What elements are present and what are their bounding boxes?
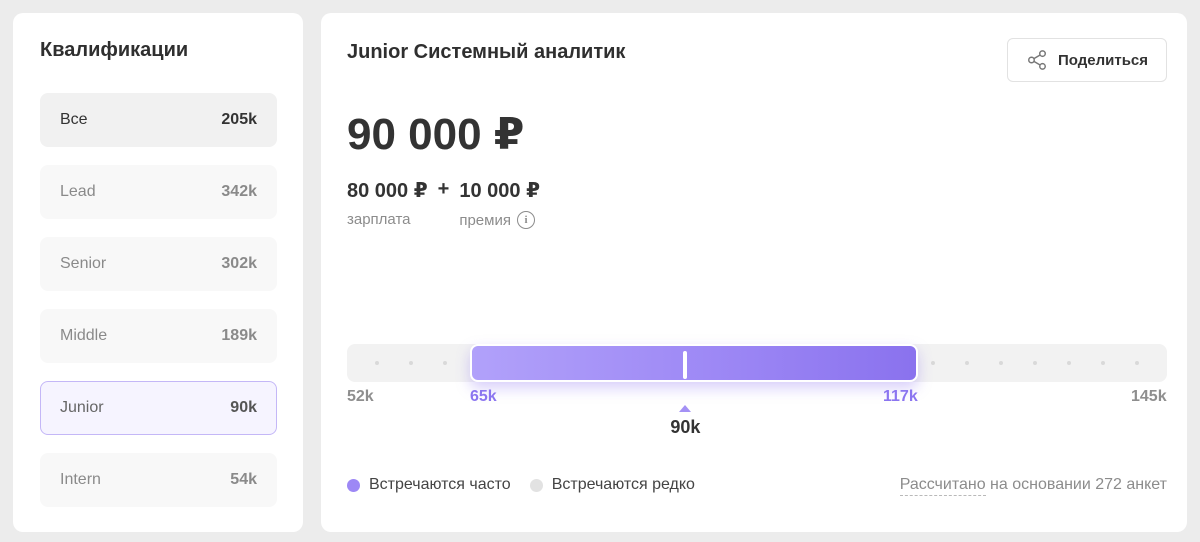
range-min-label: 52k bbox=[347, 388, 374, 405]
median-caret-icon bbox=[679, 405, 692, 412]
footnote-link[interactable]: Рассчитано bbox=[899, 476, 986, 496]
track-dot-icon bbox=[931, 361, 935, 365]
track-dot-icon bbox=[375, 361, 379, 365]
qualification-item-senior[interactable]: Senior 302k bbox=[40, 237, 277, 291]
qualification-value: 342k bbox=[221, 183, 257, 200]
qualification-value: 205k bbox=[221, 111, 257, 128]
info-icon[interactable]: i bbox=[516, 211, 535, 229]
total-salary: 90 000 ₽ bbox=[347, 110, 525, 159]
qualification-label: Lead bbox=[60, 183, 96, 200]
qualifications-title: Квалификации bbox=[40, 39, 189, 61]
bonus-label: премия bbox=[459, 211, 511, 229]
share-button[interactable]: Поделиться bbox=[1007, 38, 1167, 82]
rare-dot-icon bbox=[529, 478, 543, 492]
legend-frequent-label: Встречаются часто bbox=[369, 476, 511, 493]
qualification-label: Intern bbox=[60, 471, 101, 488]
qualification-label: Senior bbox=[60, 255, 107, 272]
qualification-item-middle[interactable]: Middle 189k bbox=[40, 309, 277, 363]
bonus-label-row: премия i bbox=[459, 211, 540, 229]
qualifications-panel: Квалификации Все 205k Lead 342k Senior 302k Mi… bbox=[13, 13, 303, 532]
footnote-text: на основании 272 анкет bbox=[985, 476, 1167, 493]
qualification-label: Middle bbox=[60, 327, 108, 344]
salary-detail-panel: Junior Системный аналитик Поделиться 90 … bbox=[321, 13, 1187, 532]
salary-amount: 80 000 ₽ bbox=[347, 180, 428, 202]
qualification-item-все[interactable]: Все 205k bbox=[40, 93, 277, 147]
plus-sign: + bbox=[437, 178, 450, 200]
range-low-label: 65k bbox=[470, 388, 497, 405]
salary-breakdown: 80 000 ₽ зарплата + 10 000 ₽ премия i bbox=[347, 178, 540, 229]
qualification-item-junior[interactable]: Junior 90k bbox=[40, 381, 277, 435]
qualification-value: 54k bbox=[230, 471, 257, 488]
qualification-item-lead[interactable]: Lead 342k bbox=[40, 165, 277, 219]
track-dot-icon bbox=[443, 361, 447, 365]
legend-rare: Встречаются редко bbox=[529, 476, 695, 494]
track-dot-icon bbox=[1135, 361, 1139, 365]
share-button-label: Поделиться bbox=[1057, 51, 1149, 69]
range-high-label: 117k bbox=[883, 388, 918, 405]
track-dot-icon bbox=[409, 361, 413, 365]
qualification-value: 189k bbox=[221, 327, 257, 344]
salary-label: зарплата bbox=[347, 211, 411, 228]
qualification-value: 90k bbox=[230, 399, 257, 416]
qualification-value: 302k bbox=[221, 255, 257, 272]
qualification-item-intern[interactable]: Intern 54k bbox=[40, 453, 277, 507]
legend-rare-label: Встречаются редко bbox=[551, 476, 695, 493]
qualification-label: Все bbox=[60, 111, 88, 128]
share-icon bbox=[1028, 50, 1046, 70]
job-title: Junior Системный аналитик bbox=[347, 41, 626, 63]
salary-part: 80 000 ₽ зарплата bbox=[347, 178, 428, 228]
track-dot-icon bbox=[999, 361, 1003, 365]
track-dot-icon bbox=[965, 361, 969, 365]
bonus-part: 10 000 ₽ премия i bbox=[459, 178, 540, 229]
range-max-label: 145k bbox=[1131, 388, 1167, 405]
track-dot-icon bbox=[1033, 361, 1037, 365]
median-label: 90k bbox=[670, 417, 701, 437]
legend-frequent: Встречаются часто bbox=[347, 476, 511, 494]
bonus-amount: 10 000 ₽ bbox=[459, 180, 540, 202]
median-marker bbox=[683, 351, 688, 379]
track-dot-icon bbox=[1067, 361, 1071, 365]
qualifications-list: Все 205k Lead 342k Senior 302k Middle 189k Junio… bbox=[40, 93, 277, 525]
frequent-dot-icon bbox=[347, 478, 360, 492]
qualification-label: Junior bbox=[60, 399, 104, 416]
salary-range-bar bbox=[470, 344, 918, 382]
salary-range-track bbox=[347, 344, 1167, 382]
survey-footnote: Рассчитано на основании 272 анкет bbox=[899, 476, 1167, 496]
legend: Встречаются часто Встречаются редко bbox=[347, 476, 714, 494]
track-dot-icon bbox=[1101, 361, 1105, 365]
